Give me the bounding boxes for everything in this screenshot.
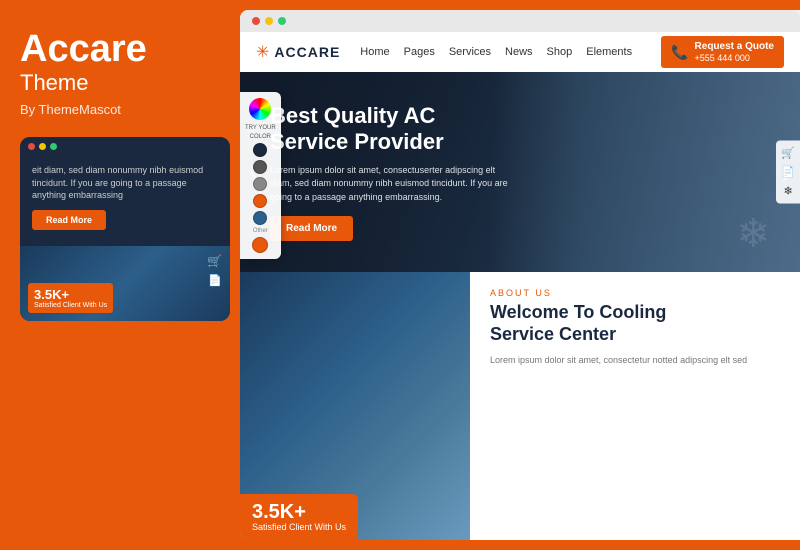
color-swatch-orange[interactable] xyxy=(253,194,267,208)
browser-window: ✳ ACCARE Home Pages Services News Shop E… xyxy=(240,10,800,540)
hero-sidebar: 🛒 📄 ❄ xyxy=(776,141,800,204)
browser-dot-green xyxy=(278,17,286,25)
logo-icon: ✳ xyxy=(256,42,269,62)
phone-icon: 📞 xyxy=(671,44,688,61)
sidebar-cart-icon[interactable]: 🛒 xyxy=(779,145,797,162)
about-label: ABOUT US xyxy=(490,288,780,298)
mobile-dots xyxy=(20,137,230,156)
about-image: 3.5K+ Satisfied Client With Us xyxy=(240,272,470,540)
nav-cta-phone: +555 444 000 xyxy=(695,53,774,63)
logo-text: ACCARE xyxy=(274,44,340,60)
nav-links: Home Pages Services News Shop Elements xyxy=(360,46,661,58)
nav-home[interactable]: Home xyxy=(360,46,389,58)
mobile-dot-green xyxy=(50,143,57,150)
color-label: COLOR xyxy=(250,134,271,140)
brand-subtitle: Theme xyxy=(20,70,88,96)
other-label: Other xyxy=(253,228,268,234)
about-badge-number: 3.5K+ xyxy=(252,502,346,522)
left-panel: Accare Theme By ThemeMascot eit diam, se… xyxy=(0,0,240,550)
mobile-content: eit diam, sed diam nonummy nibh euismod … xyxy=(20,156,230,246)
browser-dot-red xyxy=(252,17,260,25)
doc-icon: 📄 xyxy=(208,274,222,287)
color-swatch-gray[interactable] xyxy=(253,160,267,174)
navbar: ✳ ACCARE Home Pages Services News Shop E… xyxy=(240,32,800,72)
mobile-body-text: eit diam, sed diam nonummy nibh euismod … xyxy=(32,164,218,202)
about-badge-text: Satisfied Client With Us xyxy=(252,522,346,532)
nav-news[interactable]: News xyxy=(505,46,533,58)
mobile-badge: 3.5K+ Satisfied Client With Us xyxy=(28,283,113,313)
hero-section: ❮ ❯ TRY YOUR COLOR Other Best Quality AC… xyxy=(240,72,800,272)
nav-shop[interactable]: Shop xyxy=(547,46,573,58)
mobile-bottom-image: 3.5K+ Satisfied Client With Us 🛒 📄 xyxy=(20,246,230,321)
hero-content: Best Quality ACService Provider Lorem ip… xyxy=(240,83,548,261)
color-swatch-dark[interactable] xyxy=(253,143,267,157)
browser-bar xyxy=(240,10,800,32)
cart-icon: 🛒 xyxy=(207,254,222,268)
nav-services[interactable]: Services xyxy=(449,46,491,58)
nav-cta-text-block: Request a Quote +555 444 000 xyxy=(695,41,774,63)
snowflake-icon: ❄ xyxy=(736,211,770,257)
color-swatch-selected[interactable] xyxy=(252,237,268,253)
website-content: ✳ ACCARE Home Pages Services News Shop E… xyxy=(240,32,800,540)
hero-title: Best Quality ACService Provider xyxy=(270,103,518,156)
sidebar-doc-icon[interactable]: 📄 xyxy=(779,164,797,181)
about-title: Welcome To CoolingService Center xyxy=(490,302,780,345)
color-swatch-blue[interactable] xyxy=(253,211,267,225)
color-picker-panel: TRY YOUR COLOR Other xyxy=(240,92,281,259)
nav-logo: ✳ ACCARE xyxy=(256,42,340,62)
mobile-dot-yellow xyxy=(39,143,46,150)
nav-elements[interactable]: Elements xyxy=(586,46,632,58)
about-description: Lorem ipsum dolor sit amet, consectetur … xyxy=(490,353,780,367)
mobile-dot-red xyxy=(28,143,35,150)
about-text-block: ABOUT US Welcome To CoolingService Cente… xyxy=(470,272,800,540)
nav-cta-button[interactable]: 📞 Request a Quote +555 444 000 xyxy=(661,36,784,68)
nav-cta-label: Request a Quote xyxy=(695,41,774,53)
color-swatch-lightgray[interactable] xyxy=(253,177,267,191)
mobile-badge-text: Satisfied Client With Us xyxy=(34,302,107,309)
bottom-section: 3.5K+ Satisfied Client With Us ABOUT US … xyxy=(240,272,800,540)
browser-dot-yellow xyxy=(265,17,273,25)
hero-read-more-button[interactable]: Read More xyxy=(270,216,353,241)
hero-description: Lorem ipsum dolor sit amet, consectusert… xyxy=(270,164,518,205)
brand-by: By ThemeMascot xyxy=(20,102,121,117)
bottom-image-block: 3.5K+ Satisfied Client With Us xyxy=(240,272,470,540)
sidebar-snowflake-icon[interactable]: ❄ xyxy=(779,183,797,200)
about-badge: 3.5K+ Satisfied Client With Us xyxy=(240,494,358,540)
mobile-read-more-button[interactable]: Read More xyxy=(32,210,106,230)
mobile-preview: eit diam, sed diam nonummy nibh euismod … xyxy=(20,137,230,321)
brand-title: Accare xyxy=(20,30,147,68)
mobile-badge-number: 3.5K+ xyxy=(34,287,107,302)
nav-pages[interactable]: Pages xyxy=(404,46,435,58)
try-your-label: TRY YOUR xyxy=(245,125,276,131)
color-wheel[interactable] xyxy=(249,98,271,120)
